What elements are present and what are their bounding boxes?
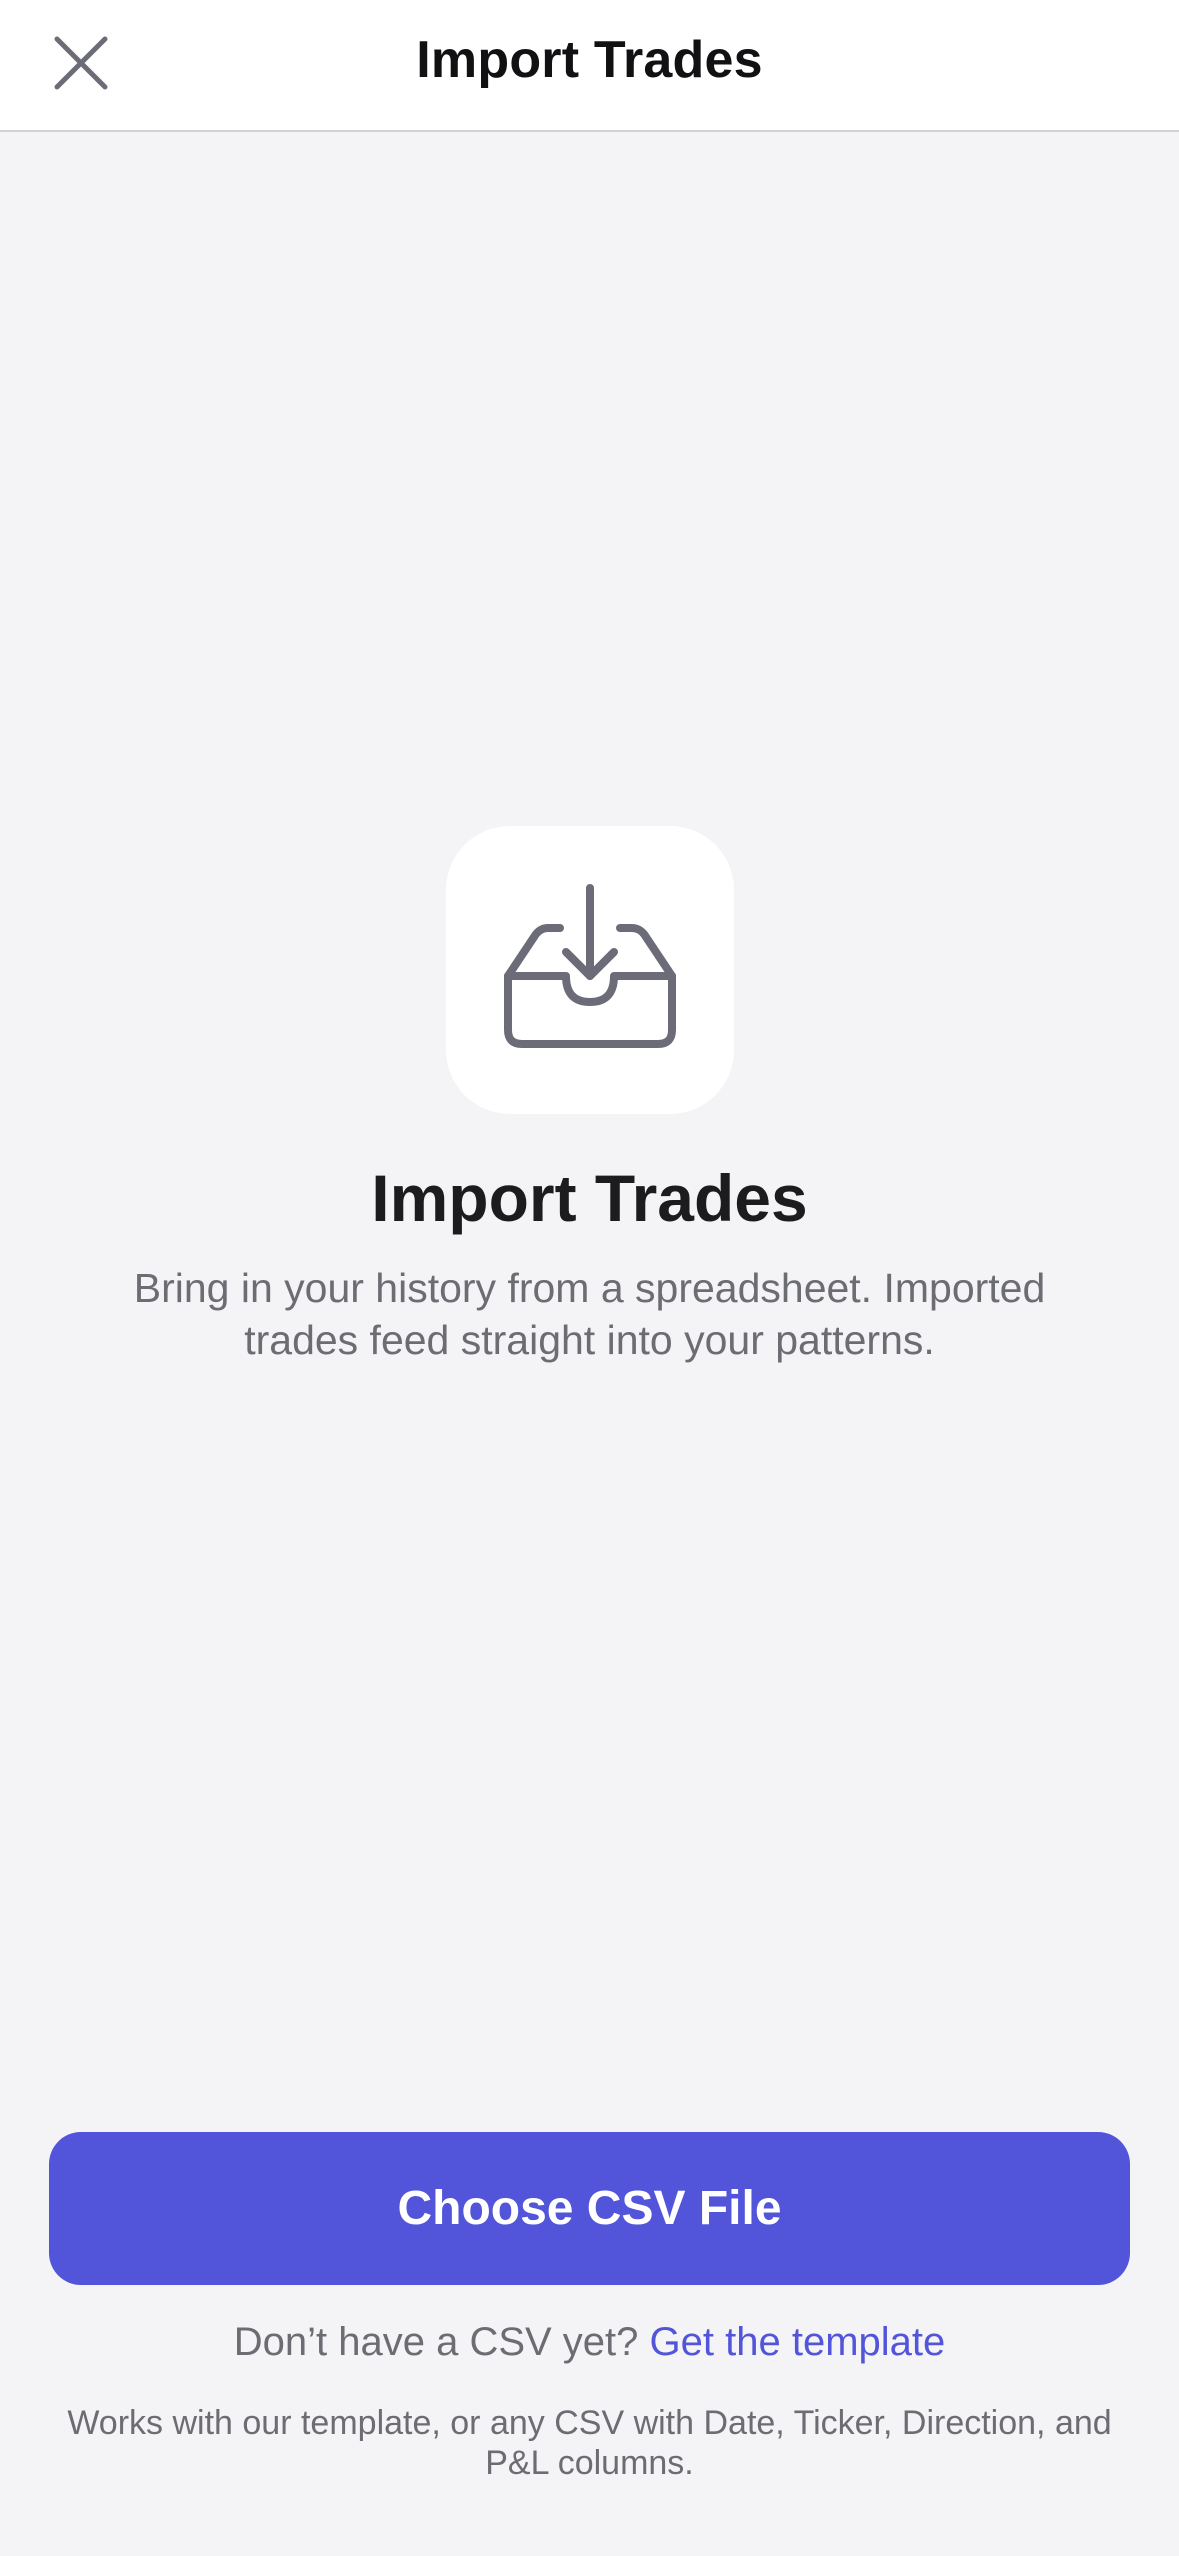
get-template-link[interactable]: Get the template [650,2320,946,2364]
page-title: Import Trades [416,31,763,89]
footnote: Works with our template, or any CSV with… [67,2404,1112,2482]
template-prompt-row: Don’t have a CSV yet? Get the template [0,2320,1179,2365]
template-prompt-text: Don’t have a CSV yet? [233,2320,639,2364]
hero-icon-container [446,826,734,1114]
import-trades-screen: Import Trades Import Trades Bring in you… [0,0,1179,2556]
tray-download-icon [504,884,676,1048]
hero-title: Import Trades [371,1161,808,1235]
nav-header: Import Trades [0,0,1179,132]
hero-subtitle: Bring in your history from a spreadsheet… [133,1265,1046,1363]
choose-csv-file-button[interactable]: Choose CSV File [49,2132,1130,2285]
